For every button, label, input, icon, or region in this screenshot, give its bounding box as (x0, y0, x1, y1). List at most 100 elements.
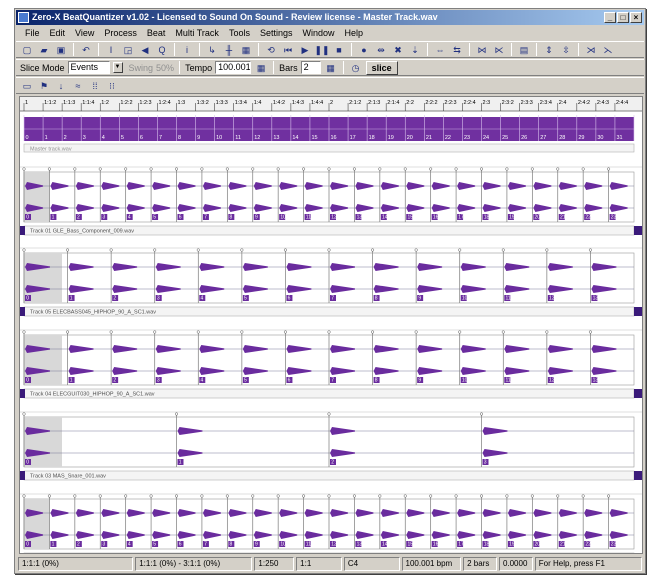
slice-marker-handle[interactable] (302, 167, 306, 171)
track-scroll-left-button[interactable] (20, 226, 25, 235)
grid-dots2-icon[interactable]: ⁝⁝ (105, 79, 119, 93)
slice-marker-handle[interactable] (505, 494, 509, 498)
slice-marker-handle[interactable] (581, 167, 585, 171)
slice-marker-handle[interactable] (454, 167, 458, 171)
slice-marker-handle[interactable] (149, 494, 153, 498)
slice-marker-handle[interactable] (283, 248, 287, 252)
clock-icon[interactable]: ◷ (349, 61, 363, 75)
slice-marker-handle[interactable] (588, 330, 592, 334)
slice-marker-handle[interactable] (545, 248, 549, 252)
slice-marker-handle[interactable] (276, 494, 280, 498)
undo-icon[interactable]: ↶ (79, 43, 93, 57)
insert-marker-icon[interactable]: ⇣ (408, 43, 422, 57)
wave-icon[interactable]: ≈ (71, 79, 85, 93)
slice-marker-handle[interactable] (378, 494, 382, 498)
slice-marker-handle[interactable] (98, 494, 102, 498)
slice-button[interactable]: slice (365, 60, 398, 75)
zoom-icon[interactable]: Q (155, 43, 169, 57)
minimize-button[interactable]: _ (604, 12, 616, 23)
slice-marker-handle[interactable] (66, 248, 70, 252)
slice-marker-handle[interactable] (240, 330, 244, 334)
slice-marker-handle[interactable] (581, 494, 585, 498)
slice-marker-handle[interactable] (414, 248, 418, 252)
slice-marker-handle[interactable] (73, 167, 77, 171)
slice-marker-handle[interactable] (530, 167, 534, 171)
expand-horizontal-icon[interactable]: ⇔ (433, 43, 447, 57)
track-scroll-left-button[interactable] (20, 553, 25, 554)
shrink-vertical-icon[interactable]: ⇳ (559, 43, 573, 57)
save-disk-icon[interactable]: ▣ (54, 43, 68, 57)
slice-marker-handle[interactable] (200, 494, 204, 498)
slice-marker-handle[interactable] (505, 167, 509, 171)
zoom-out-v-icon[interactable]: ⋋ (601, 43, 615, 57)
track-scroll-right-button[interactable] (634, 307, 643, 316)
delete-marker-icon[interactable]: ✖ (391, 43, 405, 57)
slice-marker-handle[interactable] (109, 248, 113, 252)
rewind-icon[interactable]: ⏮ (281, 43, 295, 57)
tempo-input[interactable]: 100.001 (215, 61, 252, 74)
slice-marker-handle[interactable] (429, 167, 433, 171)
slice-marker-handle[interactable] (556, 494, 560, 498)
marker-icon[interactable]: ↳ (205, 43, 219, 57)
maximize-button[interactable]: □ (617, 12, 629, 23)
menu-help[interactable]: Help (340, 26, 369, 40)
track-scroll-left-button[interactable] (20, 471, 25, 480)
slice-marker-handle[interactable] (22, 248, 26, 252)
slice-marker-handle[interactable] (200, 167, 204, 171)
slice-marker-handle[interactable] (225, 494, 229, 498)
slice-marker-handle[interactable] (240, 248, 244, 252)
slice-marker-handle[interactable] (327, 494, 331, 498)
track-canvas[interactable]: 1 1:1:2 1:1:3 1:1:4 1:2 1:2:2 1:2:3 1:2:4 1:3 1:3… (20, 97, 643, 554)
slice-marker-handle[interactable] (174, 494, 179, 498)
track-scroll-left-button[interactable] (20, 389, 25, 398)
slice-marker-handle[interactable] (66, 330, 70, 334)
slice-marker-handle[interactable] (479, 412, 484, 416)
expand-vertical-icon[interactable]: ⇕ (542, 43, 556, 57)
track-scroll-right-button[interactable] (634, 389, 643, 398)
slice-marker-handle[interactable] (196, 330, 200, 334)
slice-marker-handle[interactable] (607, 494, 611, 498)
menu-view[interactable]: View (70, 26, 99, 40)
slice-marker-handle[interactable] (124, 494, 128, 498)
pause-icon[interactable]: ❚❚ (314, 43, 329, 57)
zoom-in-h-icon[interactable]: ⋈ (475, 43, 489, 57)
slice-marker-handle[interactable] (371, 330, 375, 334)
bars-calc-icon[interactable]: ▦ (324, 61, 338, 75)
slice-marker-handle[interactable] (225, 167, 229, 171)
slice-marker-handle[interactable] (327, 412, 331, 416)
menu-tools[interactable]: Tools (224, 26, 255, 40)
slice-marker-handle[interactable] (479, 494, 484, 498)
slice-marker-handle[interactable] (196, 248, 200, 252)
fit-icon[interactable]: ▤ (517, 43, 531, 57)
slice-marker-handle[interactable] (352, 494, 356, 498)
slice-marker-handle[interactable] (73, 494, 77, 498)
slice-marker-handle[interactable] (545, 330, 549, 334)
slice-marker-handle[interactable] (458, 248, 462, 252)
menu-window[interactable]: Window (297, 26, 339, 40)
slice-marker-handle[interactable] (153, 330, 157, 334)
speaker-icon[interactable]: ◀ (138, 43, 152, 57)
track-scroll-right-button[interactable] (634, 553, 643, 554)
close-button[interactable]: × (630, 12, 642, 23)
bars-input[interactable]: 2 (300, 61, 321, 74)
slice-marker-handle[interactable] (302, 494, 306, 498)
slice-marker-handle[interactable] (327, 248, 331, 252)
slice-marker-handle[interactable] (414, 330, 418, 334)
slice-marker-handle[interactable] (403, 494, 407, 498)
slice-marker-handle[interactable] (501, 248, 505, 252)
slice-marker-handle[interactable] (22, 412, 26, 416)
loop-icon[interactable]: ⟲ (264, 43, 278, 57)
slice-mode-select[interactable]: Events (67, 61, 110, 74)
slice-marker-handle[interactable] (47, 167, 51, 171)
arrow-down-icon[interactable]: ↓ (54, 79, 68, 93)
slice-marker-handle[interactable] (378, 167, 382, 171)
slice-marker-handle[interactable] (479, 167, 484, 171)
zoom-in-v-icon[interactable]: ⋊ (584, 43, 598, 57)
open-folder-icon[interactable]: ▰ (37, 43, 51, 57)
stop-icon[interactable]: ■ (332, 43, 346, 57)
slice-marker-handle[interactable] (22, 330, 26, 334)
grid-icon[interactable]: ▦ (239, 43, 253, 57)
beat-markers-icon[interactable]: ╫ (222, 43, 236, 57)
slice-marker-handle[interactable] (501, 330, 505, 334)
menu-file[interactable]: File (20, 26, 45, 40)
